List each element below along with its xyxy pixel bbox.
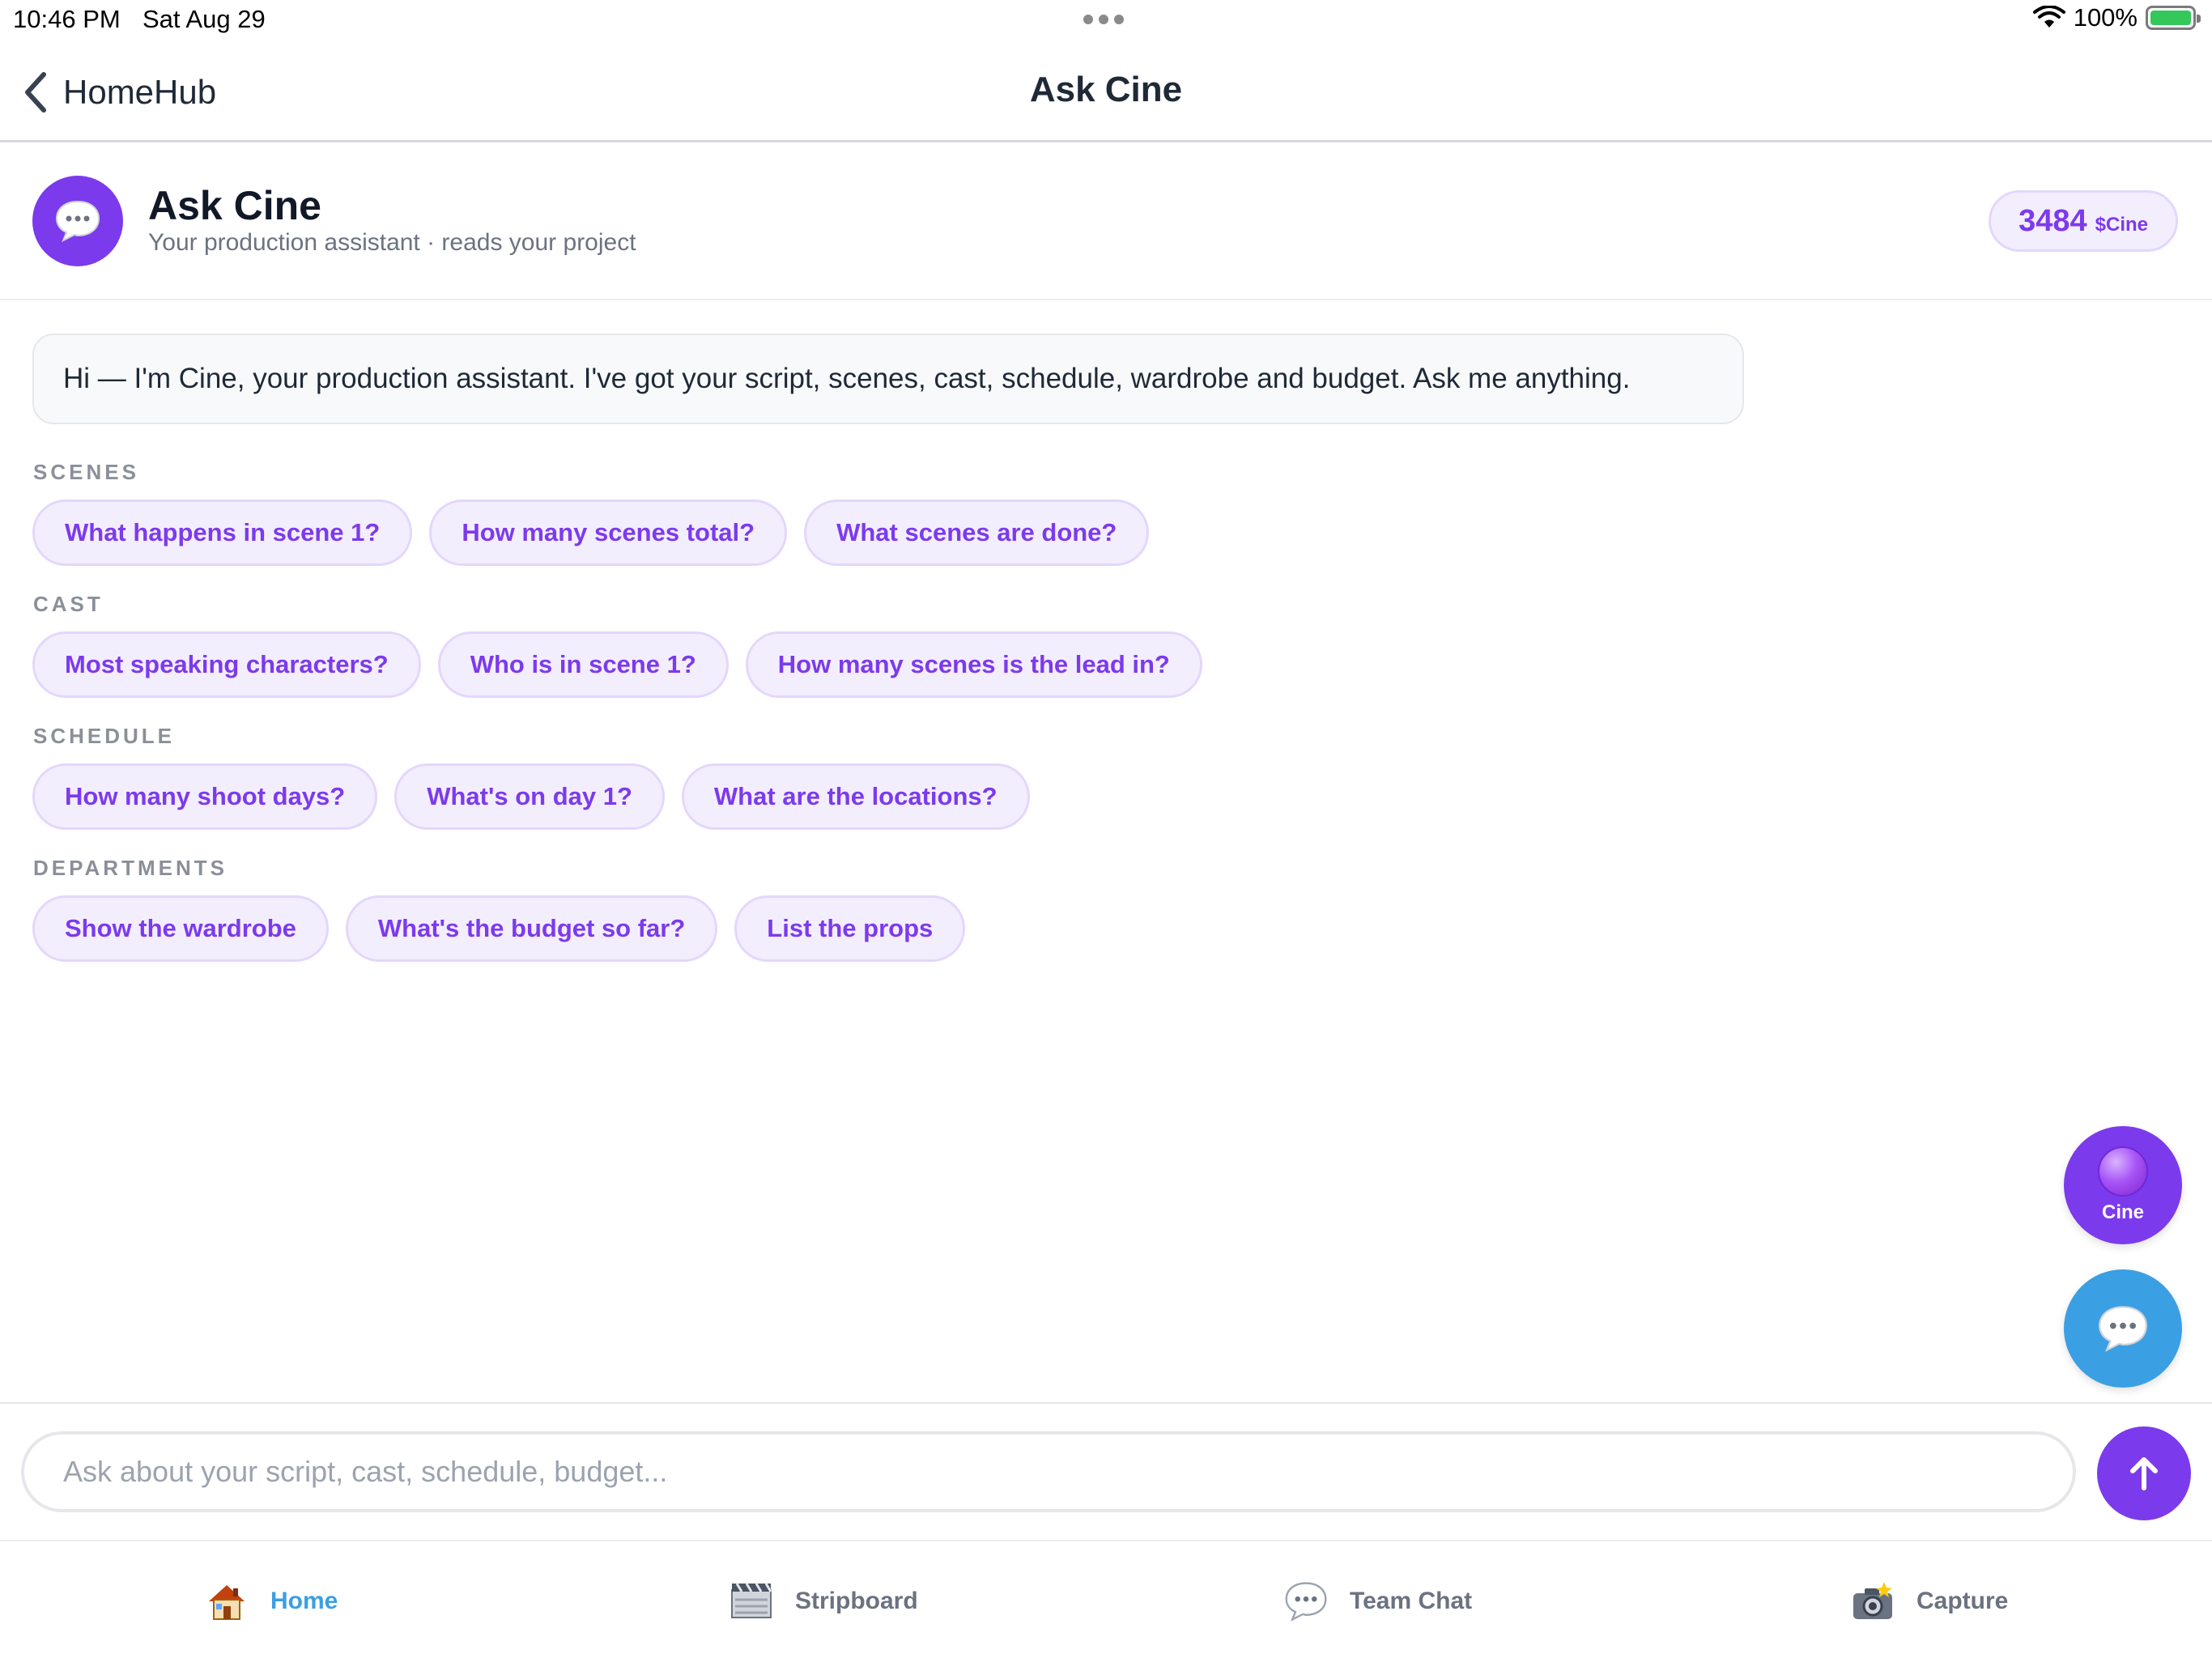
suggestion-chip[interactable]: What happens in scene 1? — [32, 500, 413, 566]
suggestion-chip[interactable]: What's the budget so far? — [345, 895, 718, 962]
suggestion-row-departments: Show the wardrobe What's the budget so f… — [32, 895, 966, 962]
tab-team-chat[interactable]: Team Chat — [1282, 1577, 1472, 1626]
suggestion-chip[interactable]: How many scenes is the lead in? — [745, 631, 1202, 698]
message-input[interactable] — [21, 1431, 2076, 1512]
status-time: 10:46 PM — [13, 5, 121, 33]
assistant-avatar — [32, 176, 123, 266]
section-label-schedule: SCHEDULE — [33, 724, 176, 748]
suggestion-chip[interactable]: List the props — [734, 895, 966, 962]
stripboard-icon — [727, 1577, 776, 1626]
token-balance-badge: 3484 $Cine — [1989, 190, 2178, 252]
speech-bubble-icon — [1282, 1577, 1330, 1626]
tab-capture[interactable]: Capture — [1848, 1577, 2008, 1626]
tab-bar: Home Stripboard Team Chat Capture — [0, 1540, 2212, 1658]
suggestion-row-scenes: What happens in scene 1? How many scenes… — [32, 500, 1150, 566]
suggestion-row-cast: Most speaking characters? Who is in scen… — [32, 631, 1202, 698]
assistant-greeting-message: Hi — I'm Cine, your production assistant… — [32, 334, 1744, 424]
tab-label: Home — [270, 1588, 338, 1614]
section-label-cast: CAST — [33, 592, 104, 616]
section-label-departments: DEPARTMENTS — [33, 856, 228, 880]
wifi-icon — [2032, 6, 2065, 28]
tab-label: Team Chat — [1350, 1588, 1473, 1614]
tab-label: Stripboard — [795, 1588, 918, 1614]
suggestion-chip[interactable]: Who is in scene 1? — [437, 631, 729, 698]
assistant-title: Ask Cine — [148, 183, 321, 228]
chat-bubble-icon — [2099, 1306, 2147, 1352]
assistant-header: Ask Cine Your production assistant · rea… — [0, 145, 2212, 300]
status-bar: 10:46 PM Sat Aug 29 100% — [0, 0, 2212, 42]
status-date: Sat Aug 29 — [143, 5, 266, 33]
navigation-bar: HomeHub Ask Cine — [0, 49, 2212, 142]
section-label-scenes: SCENES — [33, 460, 139, 484]
chat-button[interactable] — [2064, 1269, 2182, 1388]
suggestion-chip[interactable]: Most speaking characters? — [32, 631, 421, 698]
suggestion-row-schedule: How many shoot days? What's on day 1? Wh… — [32, 763, 1030, 830]
house-icon — [202, 1577, 251, 1626]
cine-button-label: Cine — [2101, 1201, 2144, 1223]
status-indicators: 100% — [2032, 3, 2201, 32]
camera-flash-icon — [1848, 1577, 1897, 1626]
message-composer — [0, 1402, 2212, 1540]
tab-stripboard[interactable]: Stripboard — [727, 1577, 918, 1626]
battery-percentage: 100% — [2073, 3, 2138, 32]
tab-home[interactable]: Home — [202, 1577, 338, 1626]
suggestion-chip[interactable]: What scenes are done? — [804, 500, 1150, 566]
nav-title: Ask Cine — [1029, 70, 1183, 109]
assistant-subtitle: Your production assistant · reads your p… — [148, 229, 636, 256]
multitasking-dots-icon[interactable] — [1083, 15, 1124, 24]
token-unit: $Cine — [2095, 214, 2148, 236]
suggestion-chip[interactable]: Show the wardrobe — [32, 895, 329, 962]
suggestion-chip[interactable]: What are the locations? — [681, 763, 1030, 830]
suggestion-chip[interactable]: What's on day 1? — [394, 763, 665, 830]
arrow-up-icon — [2130, 1457, 2158, 1490]
token-amount: 3484 — [2018, 204, 2087, 238]
cine-assistant-button[interactable]: Cine — [2064, 1126, 2182, 1244]
chat-bubble-icon — [55, 200, 100, 243]
suggestion-chip[interactable]: How many shoot days? — [32, 763, 378, 830]
send-button[interactable] — [2097, 1426, 2191, 1520]
purple-orb-icon — [2098, 1146, 2148, 1197]
battery-icon — [2146, 6, 2201, 30]
suggestion-chip[interactable]: How many scenes total? — [429, 500, 788, 566]
tab-label: Capture — [1916, 1588, 2009, 1614]
